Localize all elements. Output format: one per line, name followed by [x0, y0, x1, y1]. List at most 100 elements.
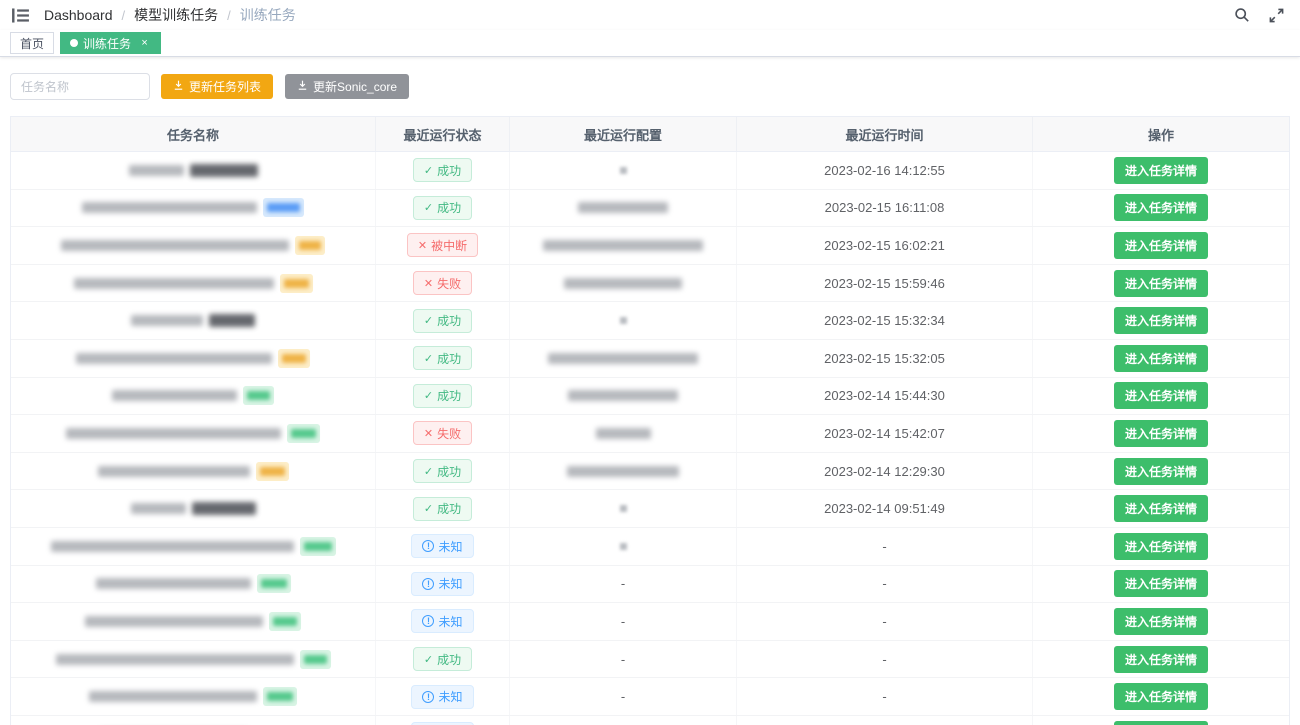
status-label: 失败	[437, 275, 461, 292]
redacted-config	[568, 390, 678, 401]
redacted-tag-text	[284, 279, 309, 288]
status-label: 失败	[437, 425, 461, 442]
update-task-list-button[interactable]: 更新任务列表	[161, 74, 273, 99]
check-icon: ✓	[424, 389, 433, 402]
run-config-cell: -	[510, 603, 737, 640]
run-time-value: -	[882, 652, 886, 667]
enter-task-detail-button[interactable]: 进入任务详情	[1114, 232, 1208, 259]
check-icon: ✓	[424, 201, 433, 214]
info-circle-icon: !	[422, 691, 434, 703]
actions-cell: 进入任务详情	[1033, 716, 1289, 725]
sidebar-toggle-icon[interactable]	[10, 5, 30, 25]
enter-task-detail-button[interactable]: 进入任务详情	[1114, 382, 1208, 409]
status-badge-success: ✓成功	[413, 459, 472, 483]
redacted-task-name	[131, 503, 186, 514]
enter-task-detail-button[interactable]: 进入任务详情	[1114, 307, 1208, 334]
check-icon: ✓	[424, 502, 433, 515]
run-time-cell: -	[737, 641, 1033, 678]
fullscreen-icon[interactable]	[1266, 5, 1286, 25]
redacted-task-name	[112, 390, 237, 401]
green-tag	[287, 424, 320, 443]
redacted-task-name	[89, 691, 257, 702]
check-icon: ✓	[424, 653, 433, 666]
tab-training-tasks[interactable]: 训练任务 ×	[60, 32, 161, 54]
main-content: 更新任务列表 更新Sonic_core 任务名称 最近运行状态 最近运行配置 最…	[0, 57, 1300, 725]
status-badge-success: ✓成功	[413, 346, 472, 370]
breadcrumb-dashboard[interactable]: Dashboard	[44, 7, 113, 23]
run-time-value: 2023-02-15 16:02:21	[824, 238, 945, 253]
yellow-tag	[278, 349, 310, 368]
update-sonic-core-label: 更新Sonic_core	[313, 78, 397, 95]
top-navbar: Dashboard / 模型训练任务 / 训练任务	[0, 0, 1300, 30]
run-time-cell: -	[737, 528, 1033, 565]
tab-close-icon[interactable]: ×	[138, 37, 151, 50]
run-time-cell: -	[737, 603, 1033, 640]
redacted-config	[548, 353, 698, 364]
run-status-cell: ✕失败	[376, 265, 510, 302]
table-row: ✓成功--进入任务详情	[11, 641, 1289, 679]
table-row: !未知--进入任务详情	[11, 678, 1289, 716]
run-time-cell: 2023-02-14 15:44:30	[737, 378, 1033, 415]
enter-task-detail-button[interactable]: 进入任务详情	[1114, 194, 1208, 221]
table-row: ✓成功2023-02-16 14:12:55进入任务详情	[11, 152, 1289, 190]
tab-home[interactable]: 首页	[10, 32, 54, 54]
redacted-task-name	[66, 428, 281, 439]
enter-task-detail-button[interactable]: 进入任务详情	[1114, 345, 1208, 372]
enter-task-detail-button[interactable]: 进入任务详情	[1114, 683, 1208, 710]
enter-task-detail-button[interactable]: 进入任务详情	[1114, 646, 1208, 673]
redacted-task-name	[74, 278, 274, 289]
enter-task-detail-button[interactable]: 进入任务详情	[1114, 721, 1208, 725]
table-row: ✓成功2023-02-15 16:11:08进入任务详情	[11, 190, 1289, 228]
enter-task-detail-button[interactable]: 进入任务详情	[1114, 570, 1208, 597]
green-tag	[300, 537, 336, 556]
task-name-cell	[11, 340, 376, 377]
run-config-cell	[510, 152, 737, 189]
table-row: ✓成功2023-02-14 12:29:30进入任务详情	[11, 453, 1289, 491]
enter-task-detail-button[interactable]: 进入任务详情	[1114, 608, 1208, 635]
actions-cell: 进入任务详情	[1033, 641, 1289, 678]
task-name-search-input[interactable]	[10, 73, 150, 100]
info-circle-icon: !	[422, 540, 434, 552]
status-label: 成功	[437, 199, 461, 216]
task-name-cell	[11, 378, 376, 415]
redacted-config	[543, 240, 703, 251]
redacted-config	[578, 202, 668, 213]
breadcrumb-model-training[interactable]: 模型训练任务	[134, 5, 218, 25]
tab-training-tasks-label: 训练任务	[83, 35, 131, 52]
table-row: !未知--进入任务详情	[11, 566, 1289, 604]
redacted-task-name	[131, 315, 203, 326]
run-time-cell: 2023-02-16 14:12:55	[737, 152, 1033, 189]
config-empty-dash: -	[621, 689, 625, 704]
actions-cell: 进入任务详情	[1033, 603, 1289, 640]
check-icon: ✓	[424, 465, 433, 478]
enter-task-detail-button[interactable]: 进入任务详情	[1114, 270, 1208, 297]
status-badge-success: ✓成功	[413, 384, 472, 408]
status-badge-interrupted: ✕被中断	[407, 233, 478, 257]
task-name-cell	[11, 716, 376, 725]
redacted-task-name	[56, 654, 294, 665]
enter-task-detail-button[interactable]: 进入任务详情	[1114, 495, 1208, 522]
status-label: 被中断	[431, 237, 467, 254]
redacted-tag-text	[261, 579, 287, 588]
redacted-task-name	[61, 240, 289, 251]
search-icon[interactable]	[1232, 5, 1252, 25]
run-status-cell: !未知	[376, 566, 510, 603]
x-icon: ✕	[424, 427, 433, 440]
actions-cell: 进入任务详情	[1033, 415, 1289, 452]
enter-task-detail-button[interactable]: 进入任务详情	[1114, 420, 1208, 447]
run-status-cell: ✓ 成功	[376, 190, 510, 227]
task-name-cell	[11, 603, 376, 640]
green-tag	[257, 574, 291, 593]
run-status-cell: !未知	[376, 528, 510, 565]
status-badge-success: ✓成功	[413, 309, 472, 333]
green-tag	[269, 612, 301, 631]
table-row: ✓成功 2023-02-14 15:44:30 进入任务详情	[11, 378, 1289, 416]
enter-task-detail-button[interactable]: 进入任务详情	[1114, 533, 1208, 560]
run-time-cell: -	[737, 716, 1033, 725]
enter-task-detail-button[interactable]: 进入任务详情	[1114, 157, 1208, 184]
enter-task-detail-button[interactable]: 进入任务详情	[1114, 458, 1208, 485]
check-icon: ✓	[424, 314, 433, 327]
status-badge-unknown: !未知	[411, 534, 473, 558]
update-sonic-core-button[interactable]: 更新Sonic_core	[285, 74, 409, 99]
actions-cell: 进入任务详情	[1033, 190, 1289, 227]
